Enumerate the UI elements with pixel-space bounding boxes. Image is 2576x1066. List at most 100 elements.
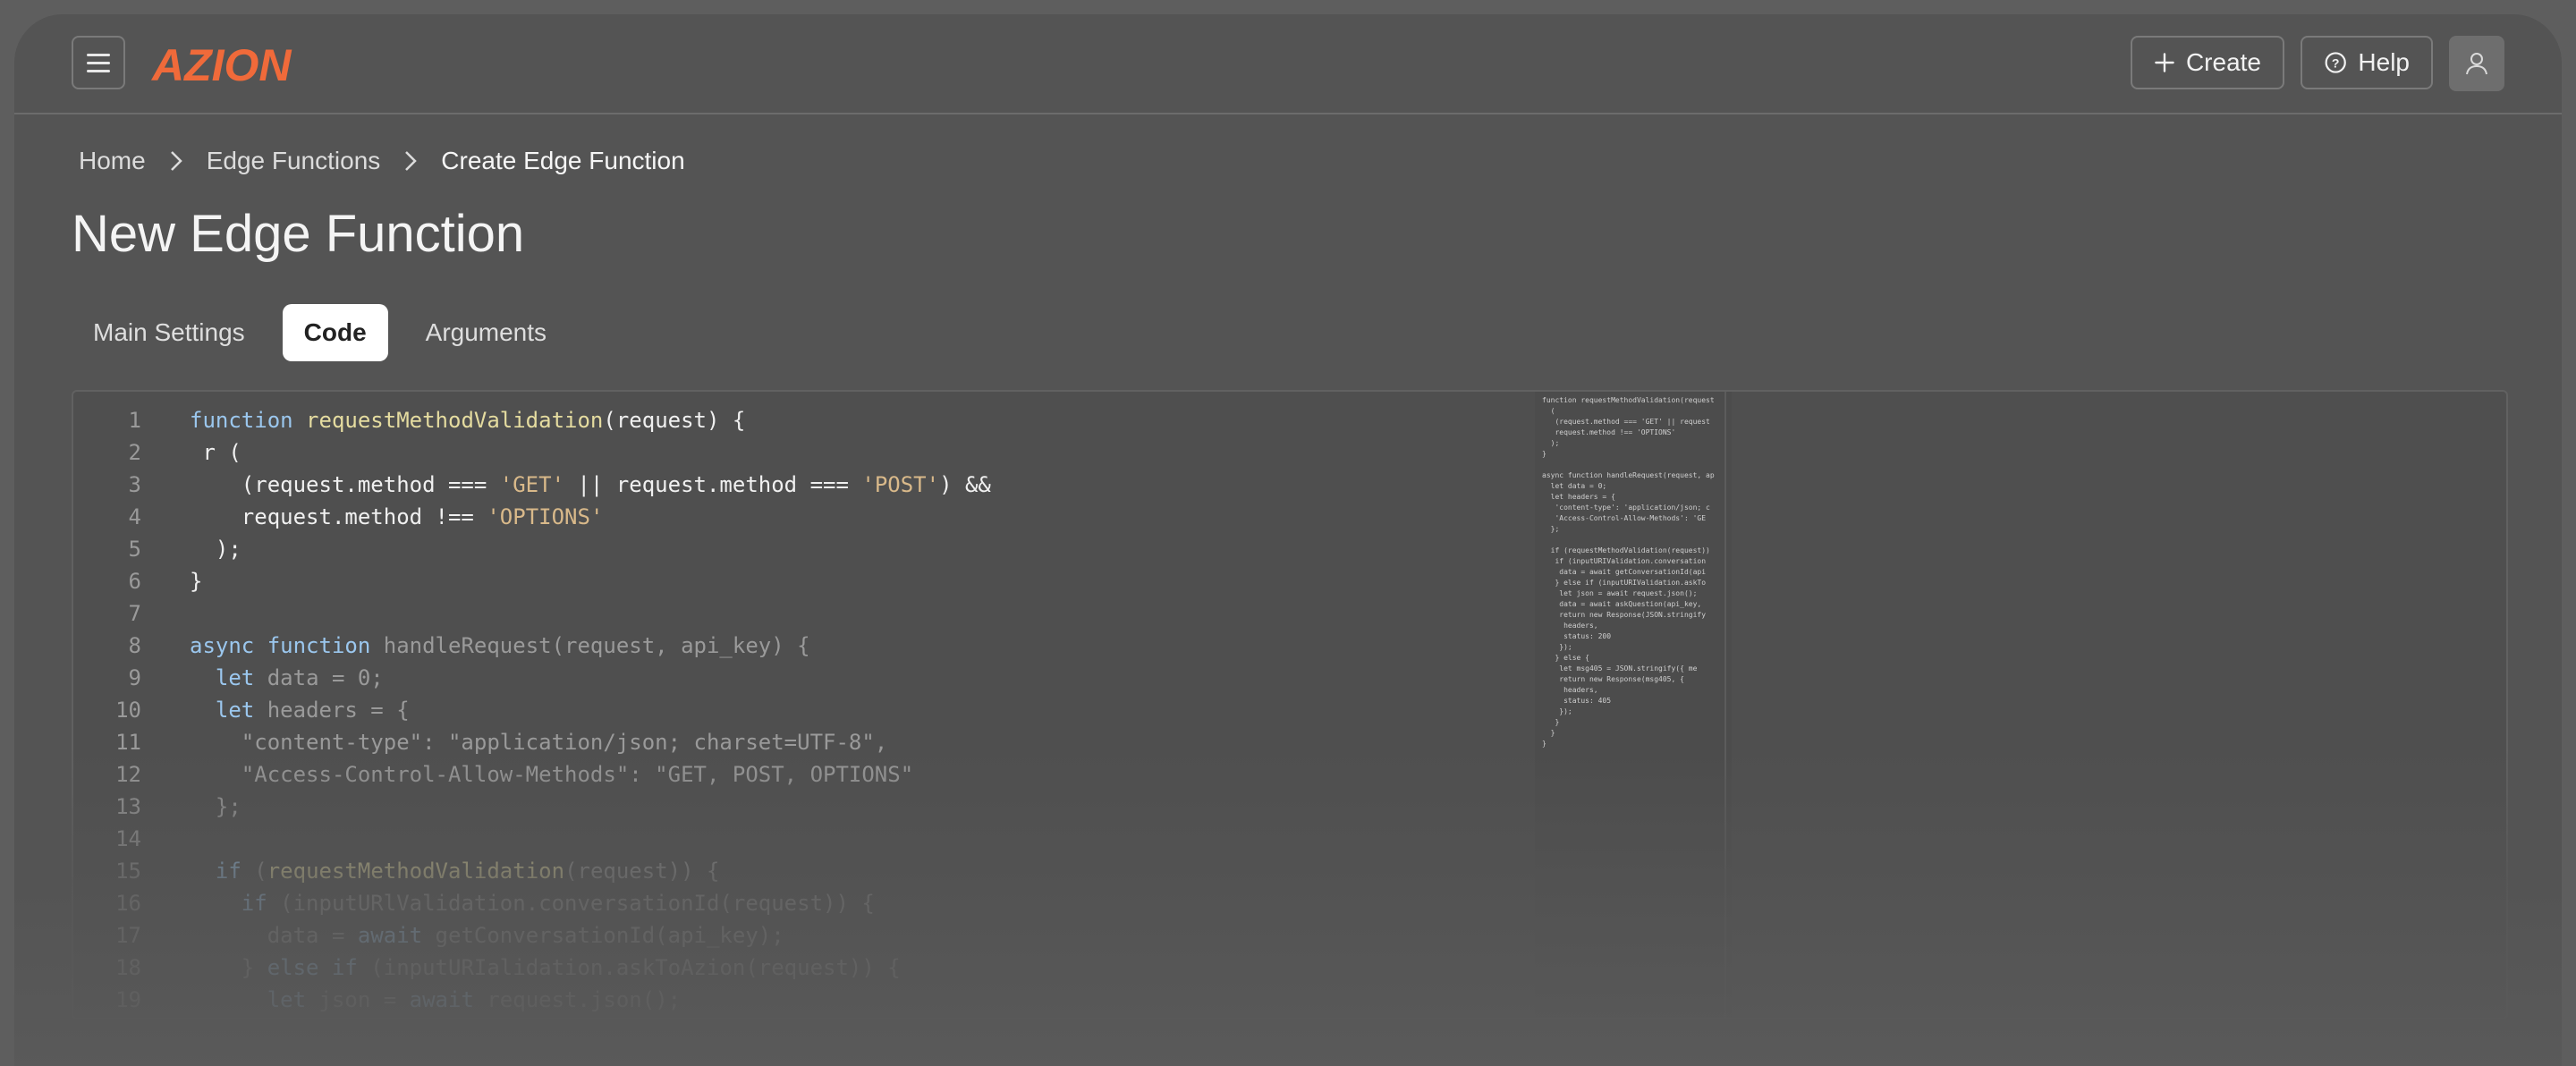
chevron-right-icon [169,149,183,173]
code-line[interactable]: 12 "Access-Control-Allow-Methods": "GET,… [73,758,991,791]
minimap-line: status: 405 [1542,697,1612,705]
top-bar: AZION Create ? Help [14,14,2562,114]
code-line[interactable]: 5 ); [73,533,991,565]
breadcrumb-edge-functions[interactable]: Edge Functions [207,147,381,175]
line-source: if (requestMethodValidation(request)) { [215,859,720,884]
screen-background: AZION Create ? Help Home Edge Functions … [0,0,2576,1066]
minimap-line [1542,460,1732,470]
svg-text:AZION: AZION [150,40,292,90]
line-number: 5 [128,537,141,562]
line-number: 7 [128,601,141,626]
user-icon [2466,53,2487,75]
help-button[interactable]: ? Help [2301,36,2433,89]
minimap-line: let headers = { [1542,493,1615,501]
minimap-line: } else { [1542,654,1589,662]
code-lines[interactable]: 1 function requestMethodValidation(reques… [73,404,991,1016]
line-source: request.method !== 'OPTIONS' [190,504,604,529]
code-line[interactable]: 8 async function handleRequest(request, a… [73,630,991,662]
line-number: 10 [115,698,141,723]
create-button[interactable]: Create [2131,36,2284,89]
code-line[interactable]: 10 let headers = { [73,694,991,726]
minimap-line: request.method !== 'OPTIONS' [1542,428,1676,436]
hamburger-menu-button[interactable] [72,36,125,89]
minimap-line: ); [1542,439,1560,447]
line-source: let data = 0; [215,665,384,690]
minimap-line: }); [1542,707,1572,715]
line-number: 4 [128,504,141,529]
line-number: 14 [115,826,141,851]
line-source: r ( [190,440,242,465]
code-line[interactable]: 19 let json = await request.json(); [73,984,991,1016]
minimap-divider [1724,392,1726,1018]
line-source: function requestMethodValidation(request… [190,408,746,433]
code-minimap[interactable]: function requestMethodValidation(request… [1535,392,1732,1018]
line-number: 16 [115,891,141,916]
line-number: 19 [115,987,141,1012]
breadcrumb-current: Create Edge Function [441,147,685,174]
plus-icon [2155,53,2174,72]
breadcrumb-home[interactable]: Home [79,147,146,175]
help-button-label: Help [2358,48,2410,76]
code-line[interactable]: 7 [73,597,991,630]
minimap-line: return new Response(JSON.stringify [1542,611,1707,619]
line-number: 9 [128,665,141,690]
line-number: 1 [128,408,141,433]
code-line[interactable]: 4 request.method !== 'OPTIONS' [73,501,991,533]
minimap-line: } [1542,740,1546,748]
azion-logo[interactable]: AZION [148,32,327,95]
minimap-line: headers, [1542,622,1598,630]
line-number: 6 [128,569,141,594]
code-line[interactable]: 6} [73,565,991,597]
line-number: 8 [128,633,141,658]
minimap-line: status: 200 [1542,632,1612,640]
menu-icon-bar [87,69,110,72]
minimap-line: let msg405 = JSON.stringify({ me [1542,664,1698,673]
line-source: data = await getConversationId(api_key); [190,923,784,948]
line-number: 12 [115,762,141,787]
code-line[interactable]: 3 (request.method === 'GET' || request.m… [73,469,991,501]
line-source: (request.method === 'GET' || request.met… [190,472,991,497]
code-line[interactable]: 1 function requestMethodValidation(reques… [73,404,991,436]
tab-main-settings[interactable]: Main Settings [72,304,267,361]
line-source: let json = await request.json(); [267,987,682,1012]
breadcrumb: Home Edge Functions Create Edge Function [79,147,685,175]
menu-icon-bar [87,61,110,64]
code-line[interactable]: 15 if (requestMethodValidation(request))… [73,855,991,887]
minimap-line: async function handleRequest(request, ap [1542,471,1715,479]
code-line[interactable]: 18 } else if (inputURIalidation.askToAzi… [73,952,991,984]
code-line[interactable]: 16 if (inputURlValidation.conversationId… [73,887,991,919]
chevron-right-icon [403,149,418,173]
minimap-line: if (inputURIValidation.conversation [1542,557,1707,565]
line-number: 18 [115,955,141,980]
line-source: } else if (inputURIalidation.askToAzion(… [190,955,901,980]
minimap-line [1542,535,1732,546]
minimap-line: }); [1542,643,1572,651]
page-title: New Edge Function [72,205,525,263]
code-line[interactable]: 14 [73,823,991,855]
line-source: async function handleRequest(request, ap… [190,633,810,658]
minimap-line: let json = await request.json(); [1542,589,1698,597]
code-line[interactable]: 11 "content-type": "application/json; ch… [73,726,991,758]
code-editor[interactable]: 1 function requestMethodValidation(reques… [72,390,2508,1019]
minimap-line: return new Response(msg405, { [1542,675,1684,683]
minimap-line: (request.method === 'GET' || request [1542,418,1710,426]
tab-arguments[interactable]: Arguments [404,304,568,361]
minimap-line: }; [1542,525,1560,533]
line-source: }; [190,794,242,819]
minimap-line: 'Access-Control-Allow-Methods': 'GE [1542,514,1707,522]
line-number: 2 [128,440,141,465]
app-window: AZION Create ? Help Home Edge Functions … [14,14,2562,1066]
code-line[interactable]: 9 let data = 0; [73,662,991,694]
line-number: 15 [115,859,141,884]
line-number: 11 [115,730,141,755]
code-line[interactable]: 17 data = await getConversationId(api_ke… [73,919,991,952]
minimap-line: 'content-type': 'application/json; c [1542,503,1710,512]
line-source: let headers = { [215,698,410,723]
code-line[interactable]: 13 }; [73,791,991,823]
code-line[interactable]: 2 r ( [73,436,991,469]
tab-bar: Main Settings Code Arguments [72,304,568,361]
minimap-line: headers, [1542,686,1598,694]
help-circle-icon: ? [2325,52,2346,73]
tab-code[interactable]: Code [282,304,388,361]
user-avatar-button[interactable] [2449,36,2504,91]
